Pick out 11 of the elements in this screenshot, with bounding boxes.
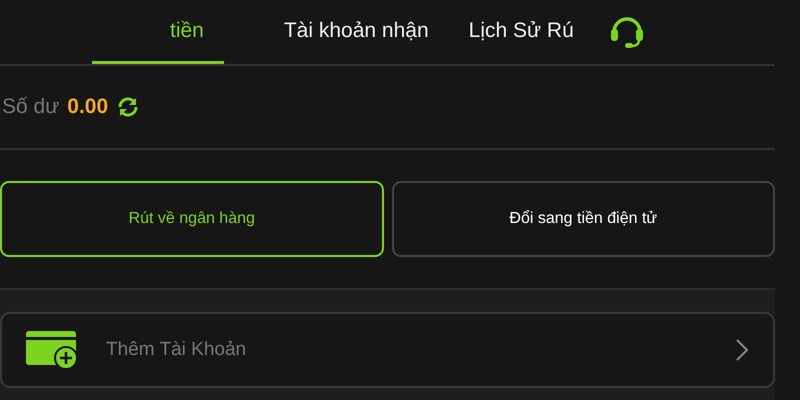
balance-amount: 0.00 (67, 94, 108, 120)
add-account-row[interactable]: Thêm Tài Khoản (0, 312, 775, 388)
method-button[interactable]: Đổi sang tiền điện tử (392, 181, 775, 257)
tab[interactable]: Tài khoản nhận (264, 0, 449, 64)
tab[interactable]: tiền (92, 0, 224, 64)
chevron-right-icon (735, 338, 749, 362)
add-account-label: Thêm Tài Khoản (106, 338, 248, 362)
tab[interactable]: Lịch Sử Rú (448, 0, 594, 64)
refresh-icon[interactable] (116, 95, 140, 119)
balance-label: Số dư (2, 94, 60, 120)
method-button[interactable]: Rút về ngân hàng (0, 181, 384, 257)
